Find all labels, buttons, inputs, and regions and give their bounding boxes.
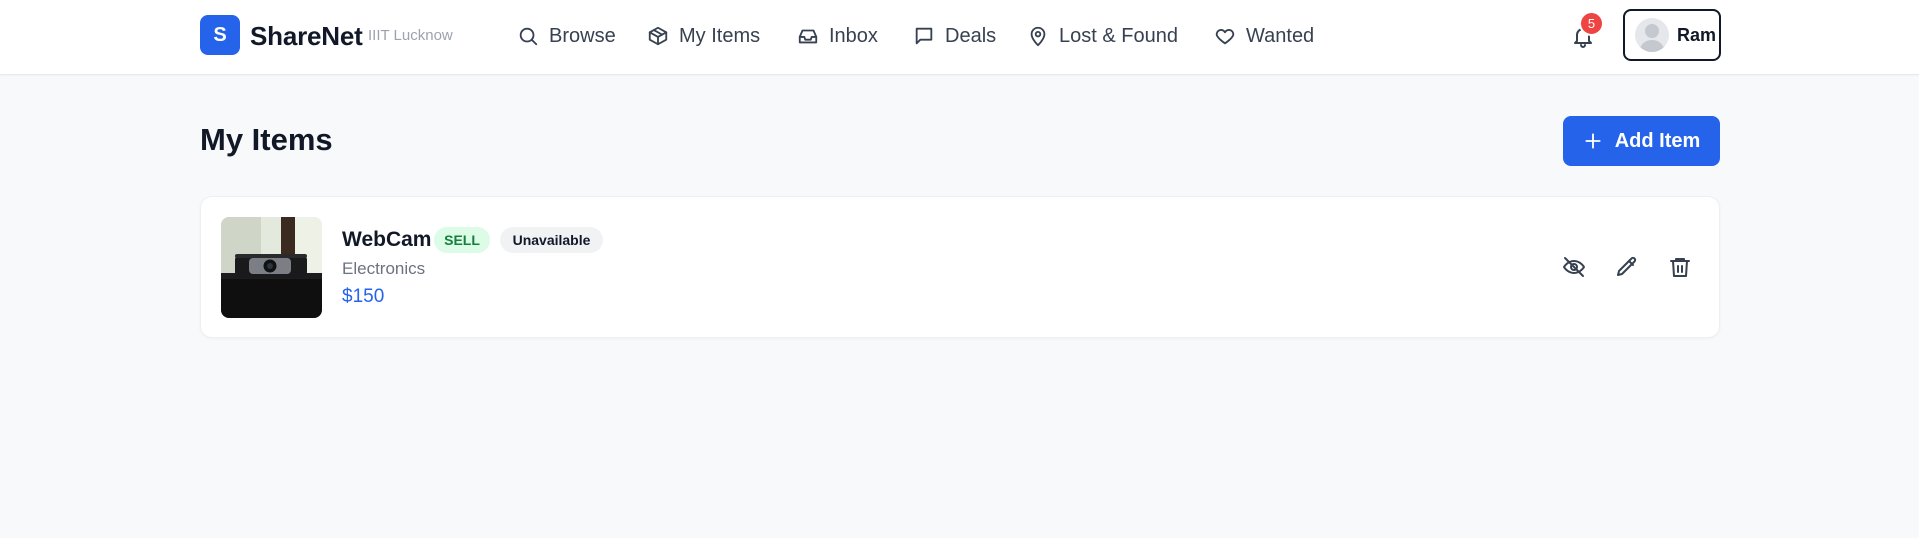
- item-name[interactable]: WebCam: [342, 228, 431, 252]
- item-category: Electronics: [342, 259, 426, 278]
- nav-browse-label: Browse: [549, 24, 616, 47]
- logo-icon[interactable]: S: [200, 15, 240, 55]
- eye-off-icon: [1563, 257, 1585, 277]
- heart-icon: [1215, 29, 1235, 45]
- nav-inbox-label: Inbox: [829, 24, 878, 47]
- nav-wanted[interactable]: Wanted: [1214, 22, 1314, 50]
- item-status-tag: Unavailable: [500, 227, 603, 253]
- brand-name[interactable]: ShareNet: [250, 21, 363, 52]
- item-card[interactable]: WebCam SELL Unavailable Electronics $150: [200, 196, 1720, 338]
- search-icon: [519, 27, 538, 46]
- item-thumbnail[interactable]: [221, 217, 322, 318]
- navbar-inner: S ShareNet IIIT Lucknow Browse My Items …: [200, 0, 1721, 75]
- nav-browse[interactable]: Browse: [517, 22, 616, 50]
- nav-lost-found[interactable]: Lost & Found: [1027, 22, 1178, 50]
- trash-icon: [1670, 258, 1690, 277]
- item-price: $150: [342, 286, 385, 307]
- delete-item-button[interactable]: [1667, 254, 1693, 280]
- user-name: Ram: [1677, 24, 1717, 45]
- notification-badge: 5: [1579, 11, 1604, 36]
- map-pin-icon: [1030, 26, 1046, 47]
- nav-deals[interactable]: Deals: [913, 22, 996, 50]
- nav-inbox[interactable]: Inbox: [797, 22, 878, 50]
- webcam-image: [221, 217, 322, 318]
- add-item-button[interactable]: Add Item: [1563, 116, 1720, 166]
- avatar: [1635, 18, 1669, 52]
- top-navbar: S ShareNet IIIT Lucknow Browse My Items …: [0, 0, 1919, 75]
- nav-my-items-label: My Items: [679, 24, 761, 47]
- nav-my-items[interactable]: My Items: [647, 22, 760, 50]
- nav-deals-label: Deals: [945, 24, 997, 47]
- edit-item-button[interactable]: [1614, 254, 1640, 280]
- nav-lost-found-label: Lost & Found: [1059, 24, 1178, 47]
- item-type-tag: SELL: [434, 227, 490, 253]
- user-menu-button[interactable]: Ram: [1623, 9, 1721, 61]
- plus-icon: [1585, 133, 1601, 149]
- inbox-icon: [798, 29, 818, 44]
- add-item-label: Add Item: [1614, 129, 1701, 152]
- campus-label: IIIT Lucknow: [368, 27, 453, 44]
- nav-wanted-label: Wanted: [1246, 24, 1315, 47]
- page-title: My Items: [200, 122, 333, 157]
- message-icon: [915, 27, 933, 45]
- user-avatar-icon: [1639, 24, 1665, 52]
- toggle-visibility-button[interactable]: [1561, 254, 1587, 280]
- box-icon: [648, 26, 668, 46]
- pencil-icon: [1617, 256, 1637, 276]
